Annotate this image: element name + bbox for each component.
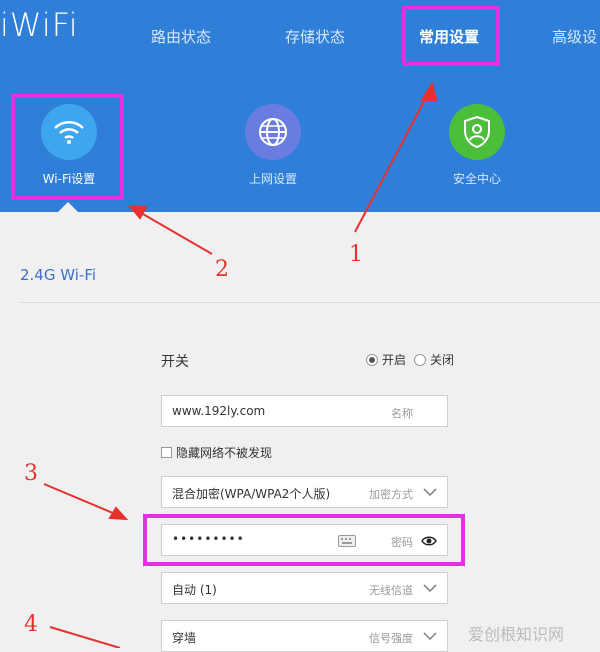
annotation-3: 3 bbox=[24, 461, 38, 486]
watermark: 爱创根知识网 bbox=[468, 625, 565, 644]
annotation-1: 1 bbox=[349, 242, 363, 267]
annotation-arrows bbox=[43, 81, 438, 648]
annotation-4: 4 bbox=[24, 612, 38, 637]
annotation-2: 2 bbox=[215, 257, 229, 282]
